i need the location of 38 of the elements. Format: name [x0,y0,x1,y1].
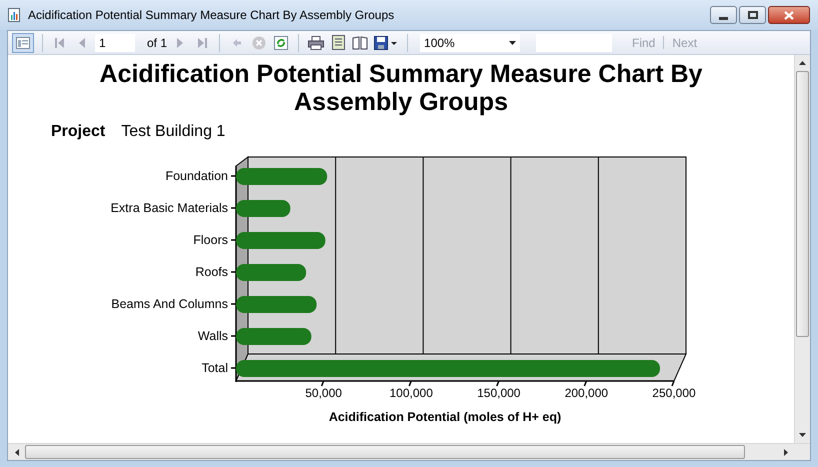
x-axis-title: Acidification Potential (moles of H+ eq) [328,410,562,424]
tick-label: 250,000 [652,386,696,400]
category-label: Roofs [195,265,228,279]
report-icon [8,8,20,22]
print-layout-icon[interactable] [329,34,348,52]
category-label: Floors [193,233,228,247]
tick-label: 200,000 [564,386,608,400]
scroll-down-icon[interactable] [799,433,806,437]
horizontal-scrollbar[interactable] [8,443,810,460]
find-field[interactable] [536,34,612,52]
project-name: Test Building 1 [121,122,226,142]
window-title: Acidification Potential Summary Measure Chart By Assembly Groups [28,7,394,24]
close-button[interactable] [768,6,810,24]
dropdown-caret-icon [509,40,516,44]
document-map-icon[interactable] [12,32,34,52]
minimize-button[interactable] [710,6,737,24]
save-icon[interactable] [373,34,400,52]
category-label: Extra Basic Materials [110,201,228,215]
refresh-icon[interactable] [272,34,290,52]
vertical-scrollbar[interactable] [794,55,810,443]
category-label: Foundation [165,169,228,183]
tick-label: 150,000 [477,386,520,400]
tick-label: 50,000 [305,386,342,400]
zoom-dropdown[interactable]: 100% [420,34,520,52]
report-title: Acidification Potential Summary Measure Chart By Assembly Groups [98,60,704,116]
scroll-right-icon[interactable] [784,448,788,456]
project-label: Project [51,122,106,142]
print-icon[interactable] [307,34,326,52]
close-icon [784,10,794,20]
scroll-left-icon[interactable] [14,448,18,456]
category-label: Total [202,361,228,375]
scroll-up-icon[interactable] [799,61,806,65]
maximize-button[interactable] [739,6,766,24]
page-count: of 1 [147,34,168,52]
category-label: Beams And Columns [111,297,228,311]
page-number-field[interactable]: 1 [95,34,135,52]
category-label: Walls [198,329,228,343]
tick-label: 100,000 [390,386,433,400]
